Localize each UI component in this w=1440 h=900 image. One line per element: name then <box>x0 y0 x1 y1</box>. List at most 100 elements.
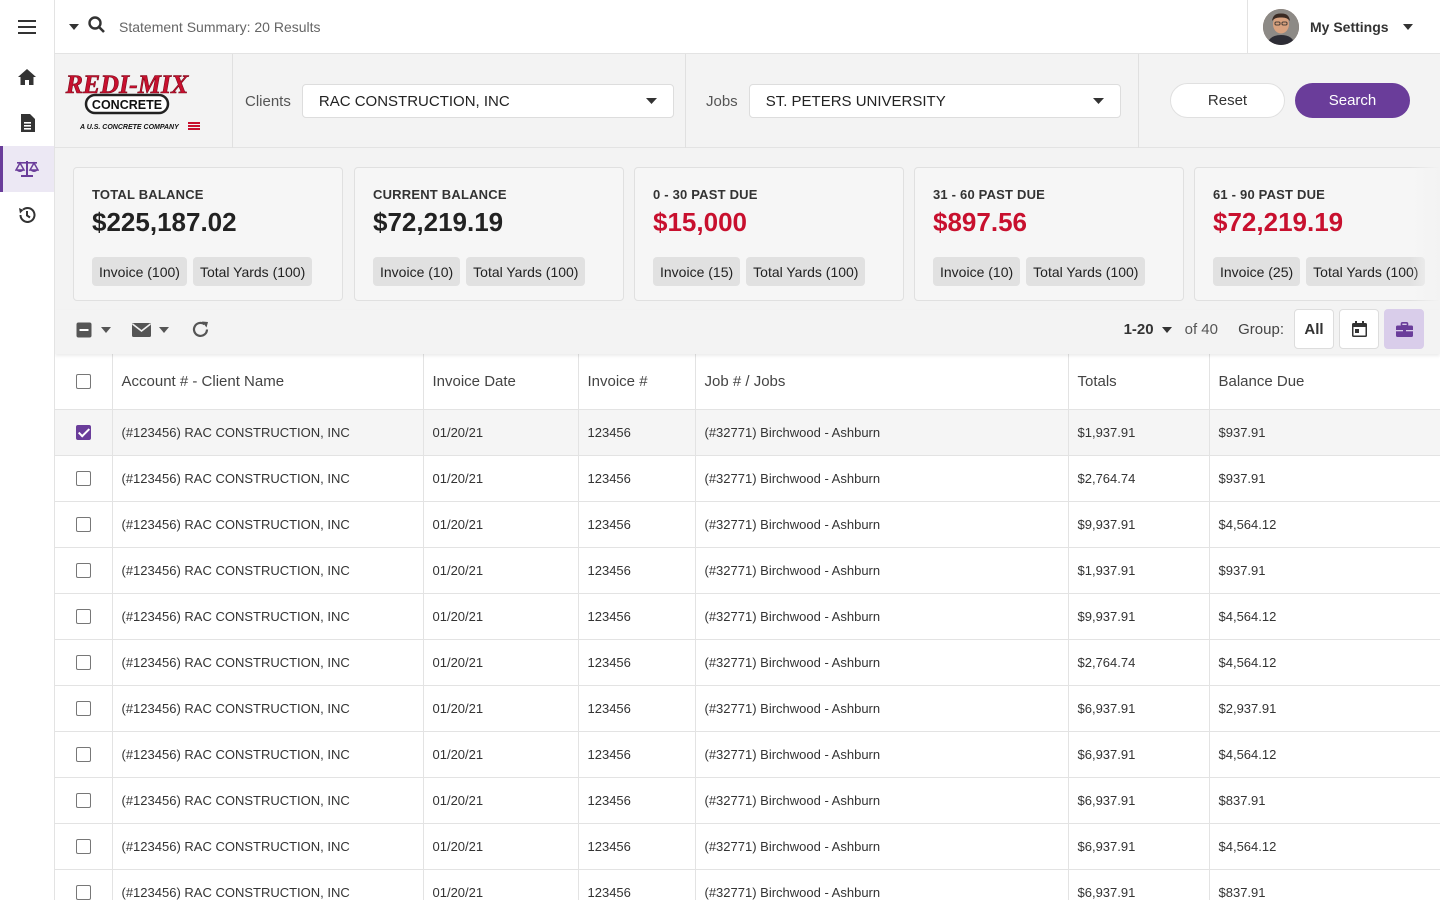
group-all-button[interactable]: All <box>1294 309 1334 349</box>
card-value: $225,187.02 <box>92 207 237 237</box>
caret-down-icon <box>101 327 111 333</box>
total-yards-chip: Total Yards (100) <box>1306 257 1426 286</box>
history-icon <box>19 206 36 223</box>
row-checkbox[interactable] <box>75 747 91 763</box>
briefcase-icon <box>1395 321 1413 337</box>
table-row[interactable]: (#123456) RAC CONSTRUCTION, INC 01/20/21 1… <box>55 639 1440 686</box>
caret-down-icon <box>1402 23 1413 30</box>
jobs-select[interactable]: ST. PETERS UNIVERSITY <box>748 84 1121 118</box>
nav-home[interactable] <box>0 54 54 100</box>
table-row[interactable]: (#123456) RAC CONSTRUCTION, INC 01/20/21 1… <box>55 685 1440 732</box>
card-total-balance[interactable]: TOTAL BALANCE $225,187.02 Invoice (100) … <box>73 167 343 301</box>
filter-actions: Reset Search <box>1139 54 1410 147</box>
cell-totals: $2,764.74 <box>1068 639 1210 686</box>
invoice-chip: Invoice (100) <box>92 257 187 286</box>
cell-invoice-number: 123456 <box>578 547 696 594</box>
cell-invoice-number: 123456 <box>578 501 696 548</box>
row-select-cell <box>55 593 113 640</box>
row-checkbox[interactable] <box>75 701 91 717</box>
table-row[interactable]: (#123456) RAC CONSTRUCTION, INC 01/20/21 1… <box>55 777 1440 824</box>
row-checkbox[interactable] <box>75 425 91 441</box>
cell-account: (#123456) RAC CONSTRUCTION, INC <box>112 685 424 732</box>
reset-button[interactable]: Reset <box>1170 83 1285 118</box>
cell-invoice-date: 01/20/21 <box>423 869 579 900</box>
email-dropdown[interactable] <box>132 323 169 337</box>
clients-filter: Clients RAC CONSTRUCTION, INC <box>233 54 686 148</box>
row-checkbox[interactable] <box>75 793 91 809</box>
select-all-checkbox[interactable] <box>75 374 91 390</box>
table-row[interactable]: (#123456) RAC CONSTRUCTION, INC 01/20/21 1… <box>55 501 1440 548</box>
cell-invoice-number: 123456 <box>578 455 696 502</box>
page-range-select[interactable]: 1-20 <box>1124 321 1154 338</box>
cell-invoice-date: 01/20/21 <box>423 455 579 502</box>
logo-line3: A U.S. CONCRETE COMPANY <box>79 124 180 131</box>
menu-icon <box>18 20 36 34</box>
cell-account: (#123456) RAC CONSTRUCTION, INC <box>112 639 424 686</box>
group-by-date-button[interactable] <box>1339 309 1379 349</box>
cell-job: (#32771) Birchwood - Ashburn <box>695 731 1069 778</box>
card-label: CURRENT BALANCE <box>373 187 507 202</box>
table-row[interactable]: (#123456) RAC CONSTRUCTION, INC 01/20/21 1… <box>55 455 1440 502</box>
cell-invoice-date: 01/20/21 <box>423 685 579 732</box>
clients-select[interactable]: RAC CONSTRUCTION, INC <box>301 84 674 118</box>
cell-account: (#123456) RAC CONSTRUCTION, INC <box>112 869 424 900</box>
card-61-90-past-due[interactable]: 61 - 90 PAST DUE $72,219.19 Invoice (25)… <box>1194 167 1440 301</box>
column-header-jobs[interactable]: Job # / Jobs <box>695 354 1069 410</box>
card-value: $72,219.19 <box>1213 207 1344 237</box>
cell-job: (#32771) Birchwood - Ashburn <box>695 593 1069 640</box>
row-checkbox[interactable] <box>75 563 91 579</box>
company-logo: REDI-MIX CONCRETE A U.S. CONCRETE COMPAN… <box>55 54 233 148</box>
summary-cards: TOTAL BALANCE $225,187.02 Invoice (100) … <box>55 148 1440 310</box>
nav-documents[interactable] <box>0 100 54 146</box>
table-row[interactable]: (#123456) RAC CONSTRUCTION, INC 01/20/21 1… <box>55 731 1440 778</box>
row-select-cell <box>55 409 113 456</box>
search-button[interactable] <box>88 15 105 38</box>
row-select-cell <box>55 823 113 870</box>
scale-icon <box>15 161 39 177</box>
card-label: TOTAL BALANCE <box>92 187 204 202</box>
page-total: of 40 <box>1184 321 1218 338</box>
caret-down-icon[interactable] <box>1161 326 1172 333</box>
menu-button[interactable] <box>0 0 54 54</box>
nav-statements[interactable] <box>0 146 54 192</box>
filter-bar: REDI-MIX CONCRETE A U.S. CONCRETE COMPAN… <box>55 54 1440 148</box>
table-row[interactable]: (#123456) RAC CONSTRUCTION, INC 01/20/21 1… <box>55 869 1440 900</box>
cell-invoice-number: 123456 <box>578 409 696 456</box>
table-row[interactable]: (#123456) RAC CONSTRUCTION, INC 01/20/21 1… <box>55 593 1440 640</box>
row-checkbox[interactable] <box>75 609 91 625</box>
row-checkbox[interactable] <box>75 839 91 855</box>
search-submit-button[interactable]: Search <box>1295 83 1410 118</box>
row-checkbox[interactable] <box>75 655 91 671</box>
cell-balance-due: $4,564.12 <box>1209 593 1440 640</box>
table-row[interactable]: (#123456) RAC CONSTRUCTION, INC 01/20/21 1… <box>55 547 1440 594</box>
card-31-60-past-due[interactable]: 31 - 60 PAST DUE $897.56 Invoice (10) To… <box>914 167 1184 301</box>
logo-line2: CONCRETE <box>92 98 162 112</box>
card-current-balance[interactable]: CURRENT BALANCE $72,219.19 Invoice (10) … <box>354 167 624 301</box>
column-header-invoice-date[interactable]: Invoice Date <box>423 354 579 410</box>
column-header-totals[interactable]: Totals <box>1068 354 1210 410</box>
column-header-balance-due[interactable]: Balance Due <box>1209 354 1440 410</box>
column-header-invoice-number[interactable]: Invoice # <box>578 354 696 410</box>
refresh-button[interactable] <box>191 320 210 339</box>
my-settings-menu[interactable]: My Settings <box>1247 0 1440 53</box>
bulk-select-dropdown[interactable] <box>76 322 111 338</box>
cell-job: (#32771) Birchwood - Ashburn <box>695 777 1069 824</box>
card-0-30-past-due[interactable]: 0 - 30 PAST DUE $15,000 Invoice (15) Tot… <box>634 167 904 301</box>
search-scope-dropdown[interactable] <box>69 22 79 32</box>
cell-invoice-number: 123456 <box>578 869 696 900</box>
card-label: 61 - 90 PAST DUE <box>1213 187 1326 202</box>
page-title: Statement Summary: 20 Results <box>119 18 321 35</box>
cell-invoice-number: 123456 <box>578 777 696 824</box>
group-by-job-button[interactable] <box>1384 309 1424 349</box>
row-checkbox[interactable] <box>75 471 91 487</box>
column-header-account[interactable]: Account # - Client Name <box>112 354 424 410</box>
table-row[interactable]: (#123456) RAC CONSTRUCTION, INC 01/20/21 1… <box>55 823 1440 870</box>
select-all-cell <box>55 354 113 410</box>
table-row[interactable]: (#123456) RAC CONSTRUCTION, INC 01/20/21 1… <box>55 409 1440 456</box>
nav-history[interactable] <box>0 192 54 238</box>
card-label: 0 - 30 PAST DUE <box>653 187 758 202</box>
cell-invoice-number: 123456 <box>578 685 696 732</box>
card-value: $15,000 <box>653 207 747 237</box>
row-checkbox[interactable] <box>75 517 91 533</box>
row-checkbox[interactable] <box>75 885 91 900</box>
